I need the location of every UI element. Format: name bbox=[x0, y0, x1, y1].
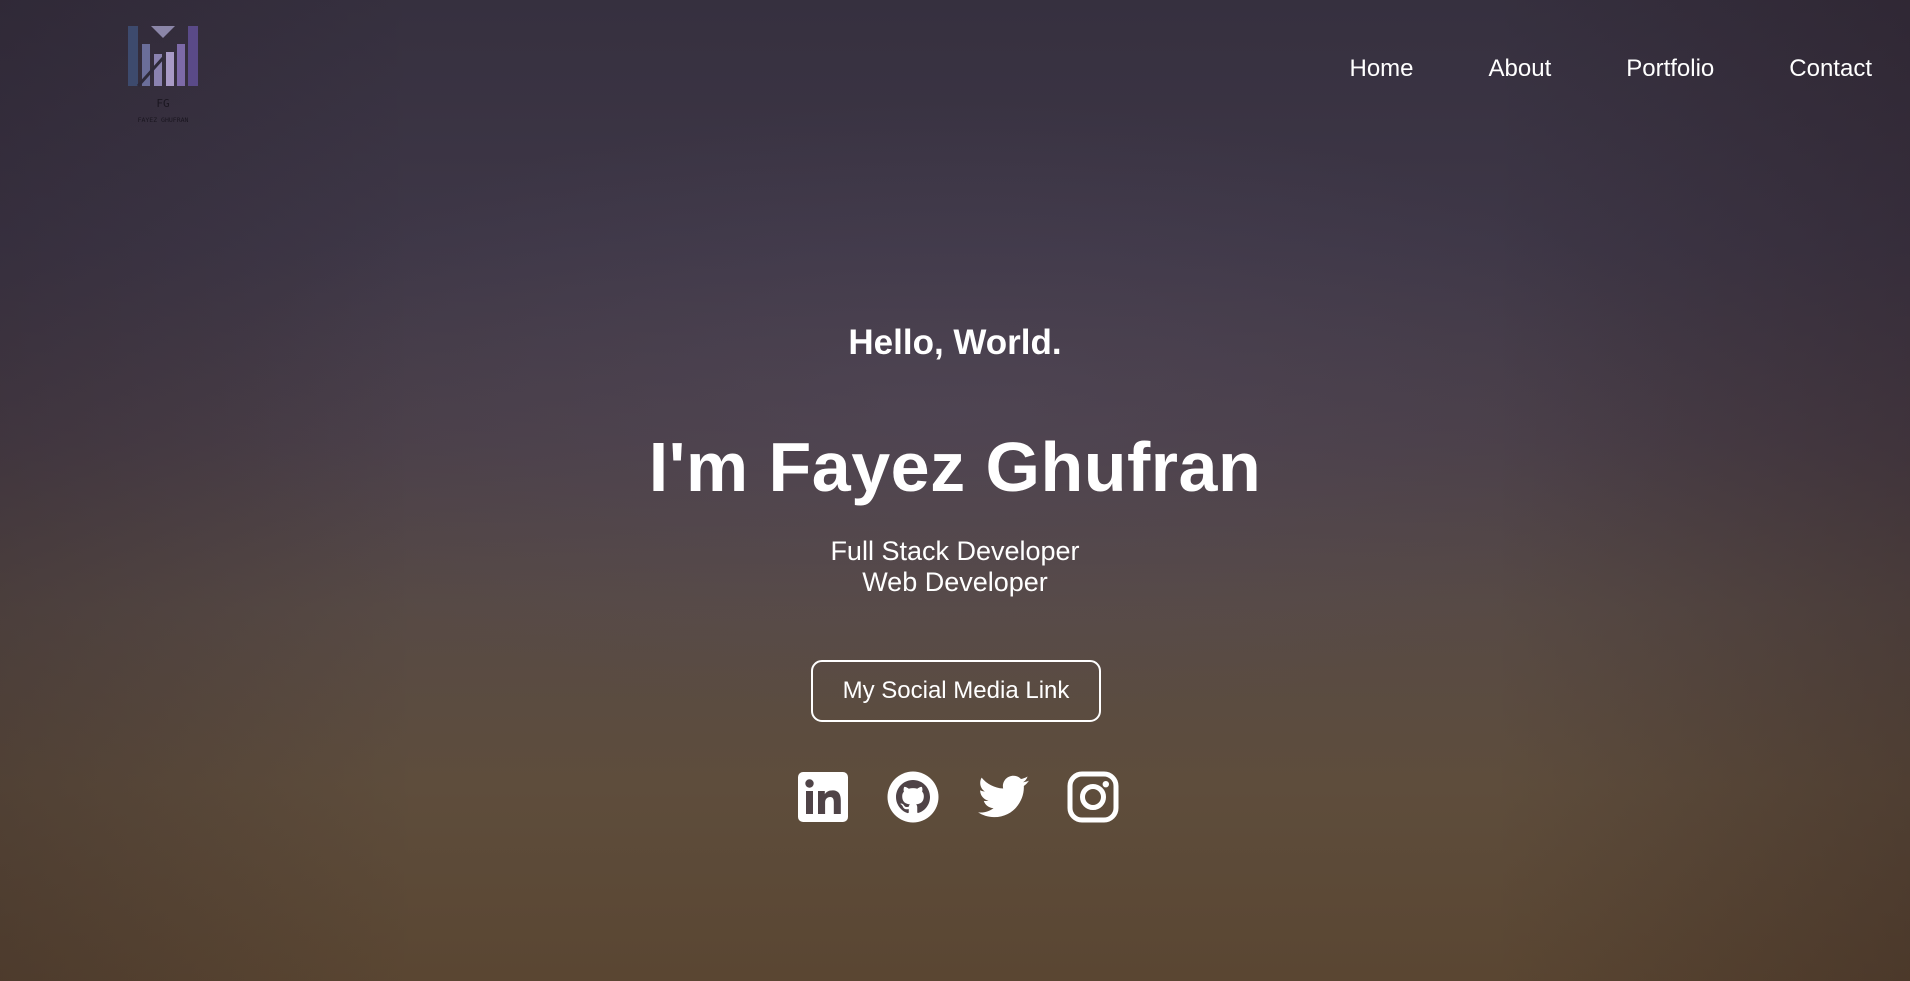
social-icons bbox=[0, 770, 1910, 824]
site-logo[interactable]: FG FAYEZ GHUFRAN bbox=[126, 22, 200, 126]
m-monogram-logo-icon: FG FAYEZ GHUFRAN bbox=[128, 26, 198, 124]
twitter-link[interactable] bbox=[976, 770, 1030, 824]
nav-home-link[interactable]: Home bbox=[1349, 55, 1413, 83]
social-media-link-button[interactable]: My Social Media Link bbox=[811, 660, 1101, 722]
instagram-link[interactable] bbox=[1066, 770, 1120, 824]
instagram-icon bbox=[1067, 771, 1119, 823]
nav-portfolio-link[interactable]: Portfolio bbox=[1626, 55, 1714, 83]
hero-role: Web Developer bbox=[862, 567, 1048, 597]
nav-contact-link[interactable]: Contact bbox=[1789, 55, 1872, 83]
hero-greeting: Hello, World. bbox=[848, 323, 1062, 362]
logo-brand-name: FAYEZ GHUFRAN bbox=[138, 116, 189, 124]
main-nav: Home About Portfolio Contact bbox=[1349, 55, 1872, 83]
github-link[interactable] bbox=[886, 770, 940, 824]
hero-name: I'm Fayez Ghufran bbox=[648, 428, 1262, 506]
github-icon bbox=[887, 771, 939, 823]
linkedin-icon bbox=[798, 772, 848, 822]
nav-about-link[interactable]: About bbox=[1489, 55, 1552, 83]
linkedin-link[interactable] bbox=[796, 770, 850, 824]
logo-initials: FG bbox=[156, 97, 169, 110]
hero-roles: Full Stack Developer Web Developer bbox=[0, 536, 1910, 598]
twitter-icon bbox=[978, 775, 1029, 818]
hero-role: Full Stack Developer bbox=[830, 536, 1080, 566]
